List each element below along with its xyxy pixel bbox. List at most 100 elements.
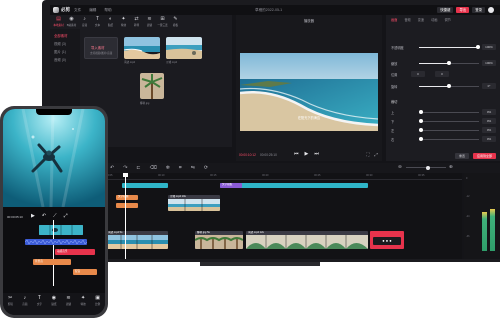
import-media-tile[interactable]: 导入素材 支持视频/图片/音频 <box>84 37 118 59</box>
export-button[interactable]: 导出 <box>456 7 470 13</box>
account-button[interactable]: 登录 <box>472 7 485 13</box>
rotation-slider[interactable] <box>419 84 479 88</box>
media-thumb-beach[interactable] <box>124 37 160 59</box>
crop-left-value[interactable]: 0% <box>482 126 496 133</box>
avatar[interactable] <box>488 7 494 13</box>
crop-icon[interactable]: ⌗ <box>179 165 182 171</box>
opacity-knob[interactable] <box>476 45 480 49</box>
play-icon[interactable]: ▶ <box>31 213 35 219</box>
crop-right-knob[interactable] <box>419 137 423 141</box>
opacity-slider[interactable] <box>419 45 480 49</box>
import-button[interactable]: 导入素材 <box>91 45 105 50</box>
menu-file[interactable]: 文件 <box>74 8 81 13</box>
scale-knob[interactable] <box>447 61 451 65</box>
phone-bgm-track[interactable]: 背景音 <box>33 259 71 265</box>
transition-clip[interactable]: ● ● ● <box>370 231 404 249</box>
undo-icon[interactable]: ↶ <box>42 213 46 219</box>
crop-ratio-icon[interactable]: ⛶ <box>366 152 369 157</box>
tab-adjust[interactable]: 调节 <box>445 17 451 22</box>
phone-tool-edit[interactable]: ✂ 剪辑 <box>8 296 13 315</box>
play-icon[interactable]: ▶ <box>305 151 309 157</box>
next-frame-icon[interactable]: ⏭ <box>314 151 319 157</box>
category-local-media[interactable]: ▤ 本地素材 <box>52 15 65 29</box>
effect-clip[interactable] <box>250 183 262 188</box>
phone-tool-effect[interactable]: ✦ 特效 <box>81 296 86 315</box>
phone-tool-text[interactable]: T 文字 <box>37 296 42 315</box>
undo-icon[interactable]: ↶ <box>110 165 114 171</box>
video-clip-beach[interactable]: 海边.mp4 5s <box>106 231 168 249</box>
crop-left-knob[interactable] <box>419 128 423 132</box>
category-effects[interactable]: ✦ 特效 <box>117 15 130 29</box>
category-audio[interactable]: ♪ 音频 <box>78 15 91 29</box>
category-filter[interactable]: ≋ 滤镜 <box>143 15 156 29</box>
fullscreen-icon[interactable]: ⤢ <box>374 152 378 157</box>
rotate-icon[interactable]: ⟳ <box>204 165 208 171</box>
rotation-value[interactable]: 0° <box>482 82 496 89</box>
prev-frame-icon[interactable]: ⏮ <box>294 151 299 157</box>
position-x-input[interactable]: 0 <box>411 70 425 77</box>
playhead[interactable] <box>125 173 126 259</box>
category-bilibili-media[interactable]: ◉ B站素材 <box>65 15 78 29</box>
fullscreen-icon[interactable]: ⤢ <box>64 213 68 219</box>
sidebar-item-video[interactable]: 视频 (3) <box>50 40 80 48</box>
phone-music-track[interactable]: 动感音乐 <box>55 249 95 255</box>
reset-button[interactable]: 重置 <box>454 153 469 159</box>
text-title-clip[interactable]: 文字标题 <box>116 195 138 200</box>
zoom-knob[interactable] <box>426 165 430 170</box>
phone-tool-audio[interactable]: ♪ 音频 <box>22 296 27 315</box>
freeze-frame-icon[interactable]: ❄ <box>166 165 170 171</box>
timeline[interactable]: 00:0000:0500:1000:1500:2000:2500:3000:35… <box>50 173 462 259</box>
video-clip-sea[interactable]: 海边.mp4 12s <box>246 231 368 249</box>
text-template-clip[interactable]: 文字模板 <box>220 183 242 188</box>
crop-right-slider[interactable] <box>419 137 479 141</box>
scale-value[interactable]: 100% <box>482 59 496 66</box>
position-y-input[interactable]: 0 <box>435 70 449 77</box>
category-transition[interactable]: ⇄ 转场 <box>130 15 143 29</box>
shortcut-button[interactable]: 快捷键 <box>437 7 454 13</box>
tab-picture[interactable]: 画面 <box>391 17 397 22</box>
category-text[interactable]: T 文本 <box>91 15 104 29</box>
redo-icon[interactable]: ↷ <box>123 165 127 171</box>
phone-tool-sticker[interactable]: ◉ 贴纸 <box>51 296 56 315</box>
crop-bottom-slider[interactable] <box>419 119 479 123</box>
category-triple[interactable]: ⊞ 一键三连 <box>156 15 169 29</box>
sidebar-item-image[interactable]: 图片 (1) <box>50 48 80 56</box>
delete-icon[interactable]: ⌫ <box>150 165 157 171</box>
split-icon[interactable]: ⟋ <box>53 213 57 219</box>
category-template[interactable]: ✎ 模板 <box>169 15 182 29</box>
phone-tool-ratio[interactable]: ▣ 比例 <box>95 296 100 315</box>
zoom-in-icon[interactable]: ⊕ <box>449 164 453 170</box>
crop-left-slider[interactable] <box>419 128 479 132</box>
apply-all-button[interactable]: 应用到全部 <box>472 153 496 159</box>
tab-animation[interactable]: 动画 <box>431 17 437 22</box>
sticker-clip-teal[interactable] <box>220 183 368 188</box>
crop-right-value[interactable]: 0% <box>482 135 496 142</box>
sidebar-item-all[interactable]: 全部素材 <box>50 32 80 40</box>
split-icon[interactable]: ⊏ <box>136 165 140 171</box>
category-sticker[interactable]: ◐ 贴纸 <box>104 15 117 29</box>
phone-preview[interactable] <box>3 109 105 207</box>
crop-top-knob[interactable] <box>419 110 423 114</box>
preview-canvas[interactable]: 在阳光下的海边 <box>240 53 378 131</box>
phone-playhead[interactable] <box>53 220 54 286</box>
video-clip-sand[interactable]: 沙滩.mp4 10s <box>168 195 220 211</box>
scale-slider[interactable] <box>419 61 479 65</box>
crop-top-slider[interactable] <box>419 110 479 114</box>
tab-speed[interactable]: 变速 <box>418 17 424 22</box>
phone-audio-track-1[interactable] <box>25 239 87 245</box>
media-thumb-palm[interactable] <box>140 73 164 99</box>
tab-audio[interactable]: 音频 <box>404 17 410 22</box>
phone-video-track[interactable] <box>39 225 83 235</box>
opacity-value[interactable]: 100% <box>482 43 496 50</box>
mirror-icon[interactable]: ⇋ <box>191 165 195 171</box>
crop-bottom-value[interactable]: 0% <box>482 117 496 124</box>
sidebar-item-audio[interactable]: 音频 (0) <box>50 56 80 64</box>
video-clip-palm[interactable]: 椰树.jpg 5s <box>195 231 243 249</box>
timeline-ruler[interactable]: 00:0000:0500:1000:1500:2000:2500:3000:35 <box>50 173 462 180</box>
rotation-knob[interactable] <box>447 84 451 88</box>
menu-edit[interactable]: 编辑 <box>89 8 96 13</box>
phone-tool-filter[interactable]: ≋ 滤镜 <box>66 296 71 315</box>
phone-voice-track[interactable]: 配音 <box>73 269 97 275</box>
crop-bottom-knob[interactable] <box>419 119 423 123</box>
crop-top-value[interactable]: 0% <box>482 108 496 115</box>
